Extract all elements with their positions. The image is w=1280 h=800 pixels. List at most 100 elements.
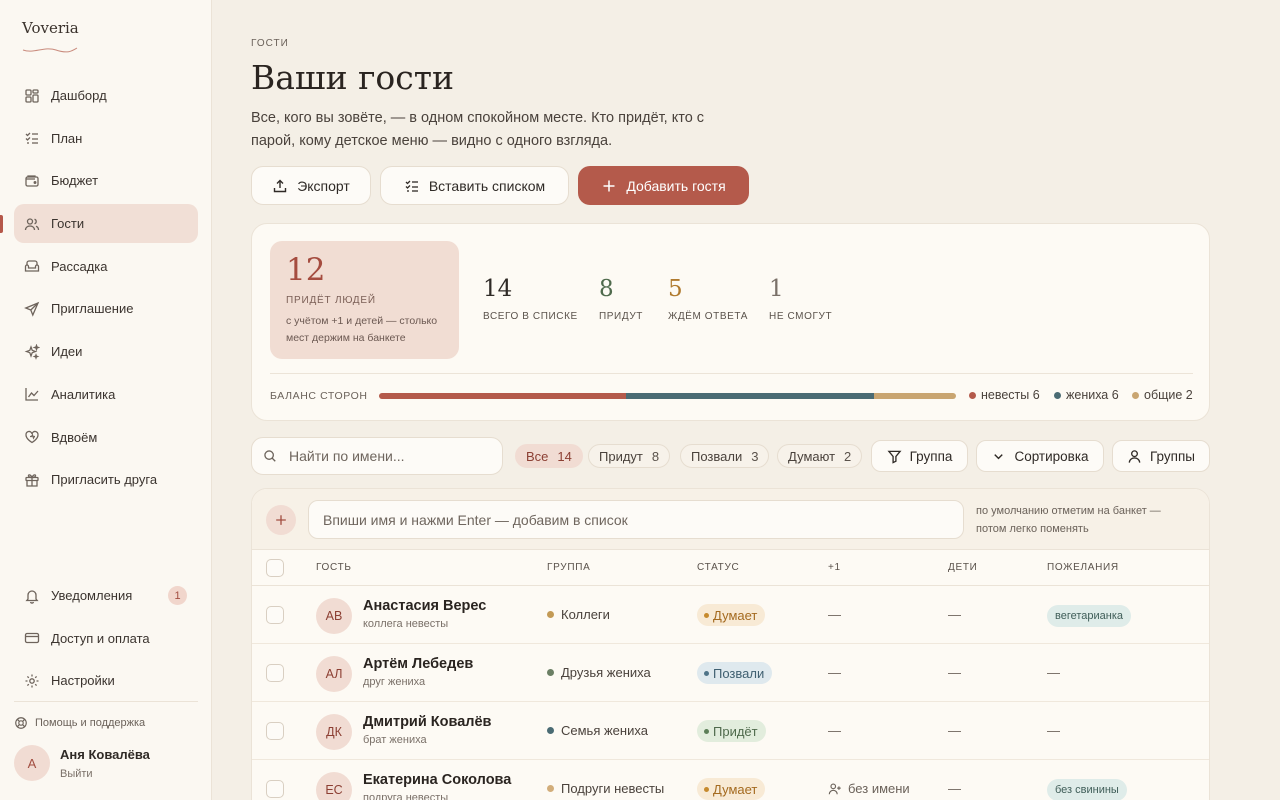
guest-avatar: ДК xyxy=(316,714,352,750)
plus-icon xyxy=(603,180,615,191)
sidebar-item-plan[interactable]: План xyxy=(14,119,198,158)
guest-name[interactable]: Анастасия Верес xyxy=(363,598,486,614)
filter-count: 2 xyxy=(844,448,852,464)
help-link[interactable]: Помощь и поддержка xyxy=(14,716,145,730)
logout-link[interactable]: Выйти xyxy=(60,768,150,780)
sidebar-item-notifications[interactable]: Уведомления 1 xyxy=(14,576,198,615)
row-checkbox[interactable] xyxy=(266,780,284,798)
guest-role: подруга невесты xyxy=(363,792,449,800)
users-icon xyxy=(24,217,40,230)
filter-chip-coming[interactable]: Придут 8 xyxy=(588,444,671,468)
row-checkbox[interactable] xyxy=(266,722,284,740)
group-dot xyxy=(547,611,554,618)
select-all-checkbox[interactable] xyxy=(266,559,284,577)
table-row[interactable]: АЛ Артём Лебедев друг жениха Друзья жени… xyxy=(252,644,1209,702)
filter-chip-invited[interactable]: Позвали 3 xyxy=(680,444,770,468)
sidebar-item-invite-friend[interactable]: Пригласить друга xyxy=(14,460,198,499)
filter-chip-all[interactable]: Все 14 xyxy=(515,444,583,468)
sidebar-item-label: Дашборд xyxy=(51,88,107,103)
sidebar-item-analytics[interactable]: Аналитика xyxy=(14,375,198,414)
paste-list-button[interactable]: Вставить списком xyxy=(380,166,569,205)
gear-icon xyxy=(25,674,39,688)
search-icon xyxy=(264,450,276,462)
status-label: Позвали xyxy=(713,665,765,681)
avatar[interactable]: А xyxy=(14,745,50,781)
stat-value: 14 xyxy=(483,276,513,302)
table-row[interactable]: АВ Анастасия Верес коллега невесты Колле… xyxy=(252,586,1209,644)
group-label: Друзья жениха xyxy=(561,665,651,680)
legend-groom: жениха 6 xyxy=(1054,388,1119,402)
main-nav: Дашборд План Бюджет Гости Рассадка Пригл… xyxy=(14,76,198,503)
sidebar-item-together[interactable]: Вдвоём xyxy=(14,418,198,457)
filter-chip-thinking[interactable]: Думают 2 xyxy=(777,444,863,468)
guest-group: Друзья жениха xyxy=(547,665,651,680)
guest-group: Подруги невесты xyxy=(547,781,664,796)
row-checkbox[interactable] xyxy=(266,606,284,624)
guest-stats-card: 12 ПРИДЁТ ЛЮДЕЙ с учётом +1 и детей — ст… xyxy=(251,223,1210,421)
sidebar-item-invitation[interactable]: Приглашение xyxy=(14,289,198,328)
card-icon xyxy=(24,633,40,644)
column-header-kids[interactable]: ДЕТИ xyxy=(948,562,978,573)
column-header-group[interactable]: ГРУППА xyxy=(547,562,590,573)
attending-summary: 12 ПРИДЁТ ЛЮДЕЙ с учётом +1 и детей — ст… xyxy=(270,241,459,359)
group-filter-button[interactable]: Группа xyxy=(871,440,968,472)
search-input[interactable] xyxy=(289,448,489,464)
status-badge[interactable]: Думает xyxy=(697,778,766,800)
sort-button[interactable]: Сортировка xyxy=(976,440,1104,472)
guest-name[interactable]: Артём Лебедев xyxy=(363,656,473,672)
sidebar-item-label: Уведомления xyxy=(51,588,133,603)
sidebar-item-label: Настройки xyxy=(51,673,115,689)
quick-add-input[interactable] xyxy=(308,500,964,539)
chevron-down-icon xyxy=(994,453,1004,459)
status-badge[interactable]: Думает xyxy=(697,604,766,626)
groups-label: Группы xyxy=(1150,448,1195,464)
wishes-cell: — xyxy=(1047,723,1060,738)
column-header-plus-one[interactable]: +1 xyxy=(828,562,841,573)
sidebar-item-label: Пригласить друга xyxy=(51,472,158,488)
export-button-label: Экспорт xyxy=(297,177,350,194)
sidebar-item-settings[interactable]: Настройки xyxy=(14,661,198,700)
sidebar-item-budget[interactable]: Бюджет xyxy=(14,161,198,200)
guest-search xyxy=(251,437,503,475)
quick-add-hint: по умолчанию отметим на банкет — потом л… xyxy=(976,505,1161,535)
sidebar-item-access-billing[interactable]: Доступ и оплата xyxy=(14,619,198,658)
column-header-guest[interactable]: ГОСТЬ xyxy=(316,562,352,573)
table-header: ГОСТЬ ГРУППА СТАТУС +1 ДЕТИ ПОЖЕЛАНИЯ xyxy=(252,550,1209,586)
guest-name[interactable]: Екатерина Соколова xyxy=(363,772,511,788)
group-dot xyxy=(547,785,554,792)
status-badge[interactable]: Позвали xyxy=(697,662,773,684)
status-label: Думает xyxy=(713,781,758,797)
status-dot xyxy=(704,786,709,792)
add-guest-button[interactable]: Добавить гостя xyxy=(578,166,749,205)
plus-one-cell: — xyxy=(828,665,841,680)
guest-table: по умолчанию отметим на банкет — потом л… xyxy=(251,488,1210,800)
status-badge[interactable]: Придёт xyxy=(697,720,766,742)
app-logo[interactable]: Voveria xyxy=(22,19,79,37)
column-header-status[interactable]: СТАТУС xyxy=(697,562,739,573)
balance-segment-1 xyxy=(626,393,874,399)
sidebar-item-seating[interactable]: Рассадка xyxy=(14,247,198,286)
stat-pending: 5 ЖДЁМ ОТВЕТА xyxy=(668,276,748,322)
sidebar-item-label: Доступ и оплата xyxy=(51,630,150,646)
quick-add-button[interactable] xyxy=(266,505,296,535)
send-icon xyxy=(24,301,40,317)
user-profile: А Аня Ковалёва Выйти xyxy=(14,745,150,781)
kids-cell: — xyxy=(948,781,961,796)
group-dot xyxy=(547,669,554,676)
groups-button[interactable]: Группы xyxy=(1112,440,1210,472)
sort-label: Сортировка xyxy=(1014,448,1089,464)
guest-name[interactable]: Дмитрий Ковалёв xyxy=(363,714,491,730)
sidebar-item-ideas[interactable]: Идеи xyxy=(14,332,198,371)
column-header-wishes[interactable]: ПОЖЕЛАНИЯ xyxy=(1047,562,1119,573)
table-row[interactable]: ДК Дмитрий Ковалёв брат жениха Семья жен… xyxy=(252,702,1209,760)
sidebar-item-dashboard[interactable]: Дашборд xyxy=(14,76,198,115)
stat-label: ЖДЁМ ОТВЕТА xyxy=(668,311,749,322)
wish-badge: без свинины xyxy=(1047,779,1127,800)
row-checkbox[interactable] xyxy=(266,664,284,682)
table-row[interactable]: ЕС Екатерина Соколова подруга невесты По… xyxy=(252,760,1209,800)
stat-declined: 1 НЕ СМОГУТ xyxy=(769,276,832,322)
kids-cell: — xyxy=(948,723,961,738)
export-button[interactable]: Экспорт xyxy=(251,166,371,205)
sidebar-item-guests[interactable]: Гости xyxy=(14,204,198,244)
plus-one-cell: — xyxy=(828,607,841,622)
